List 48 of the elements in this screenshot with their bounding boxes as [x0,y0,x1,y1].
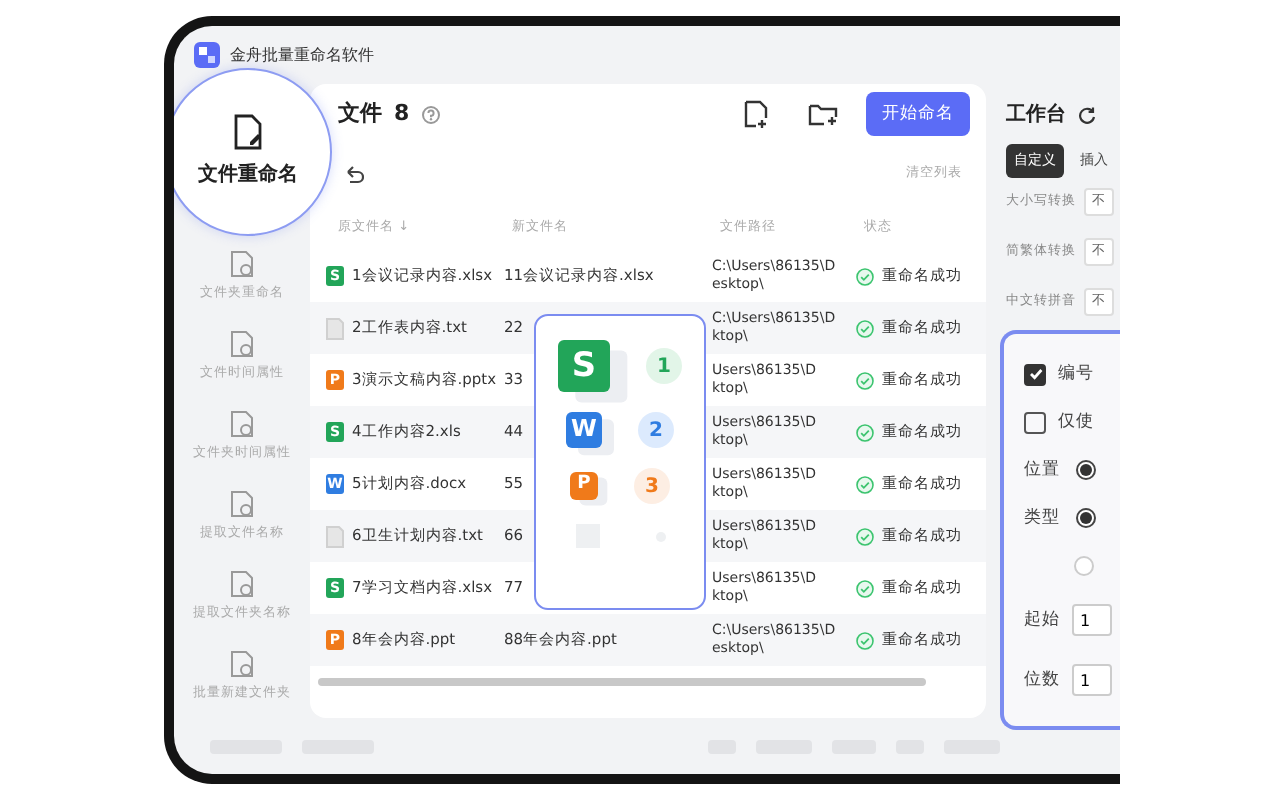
number-badge: 2 [638,412,674,448]
document-icon [230,649,254,678]
refresh-icon[interactable] [1078,105,1096,123]
document-icon [230,569,254,598]
text-file-icon [326,525,344,547]
file-edit-icon [232,114,264,150]
check-circle-icon [856,631,874,649]
doc-file-icon: W [566,412,602,448]
check-circle-icon [856,579,874,597]
field-label: 位数 [1024,667,1060,693]
slide-file-icon: P [570,472,598,500]
workbench-title: 工作台 [1006,101,1066,129]
checkbox[interactable] [1024,363,1046,385]
document-icon [230,409,254,438]
document-icon [230,489,254,518]
sidebar-item[interactable]: 文件重命名 [174,68,332,236]
input-field[interactable]: 1 [1072,664,1112,696]
check-circle-icon [856,267,874,285]
check-circle-icon [856,527,874,545]
field-label: 起始 [1024,607,1060,633]
files-title: 文件 [338,97,382,130]
app-logo-icon [194,42,220,68]
radio-button[interactable] [1076,460,1096,480]
document-icon [230,329,254,358]
check-circle-icon [856,371,874,389]
field-label: 类型 [1024,505,1060,531]
start-rename-button[interactable]: 开始命名 [866,91,970,137]
text-file-icon [326,317,344,339]
number-badge: 3 [634,468,670,504]
check-circle-icon [856,319,874,337]
document-icon [230,249,254,278]
file-count: 8 [394,97,410,130]
sheet-file-icon: S [558,340,610,392]
window-title: 金舟批量重命名软件 [230,43,374,67]
number-badge: 1 [646,348,682,384]
input-field[interactable]: 1 [1072,604,1112,636]
field-label: 位置 [1024,457,1060,483]
check-circle-icon [856,475,874,493]
checkbox-label: 编号 [1058,361,1094,387]
add-folder-icon[interactable] [808,102,838,126]
checkbox-label: 仅使 [1058,409,1094,435]
radio-button[interactable] [1076,508,1096,528]
help-icon [421,105,440,123]
add-file-icon[interactable] [744,100,768,128]
check-circle-icon [856,423,874,441]
undo-icon[interactable] [342,164,364,184]
scrollbar[interactable] [318,678,926,686]
checkbox[interactable] [1024,411,1046,433]
